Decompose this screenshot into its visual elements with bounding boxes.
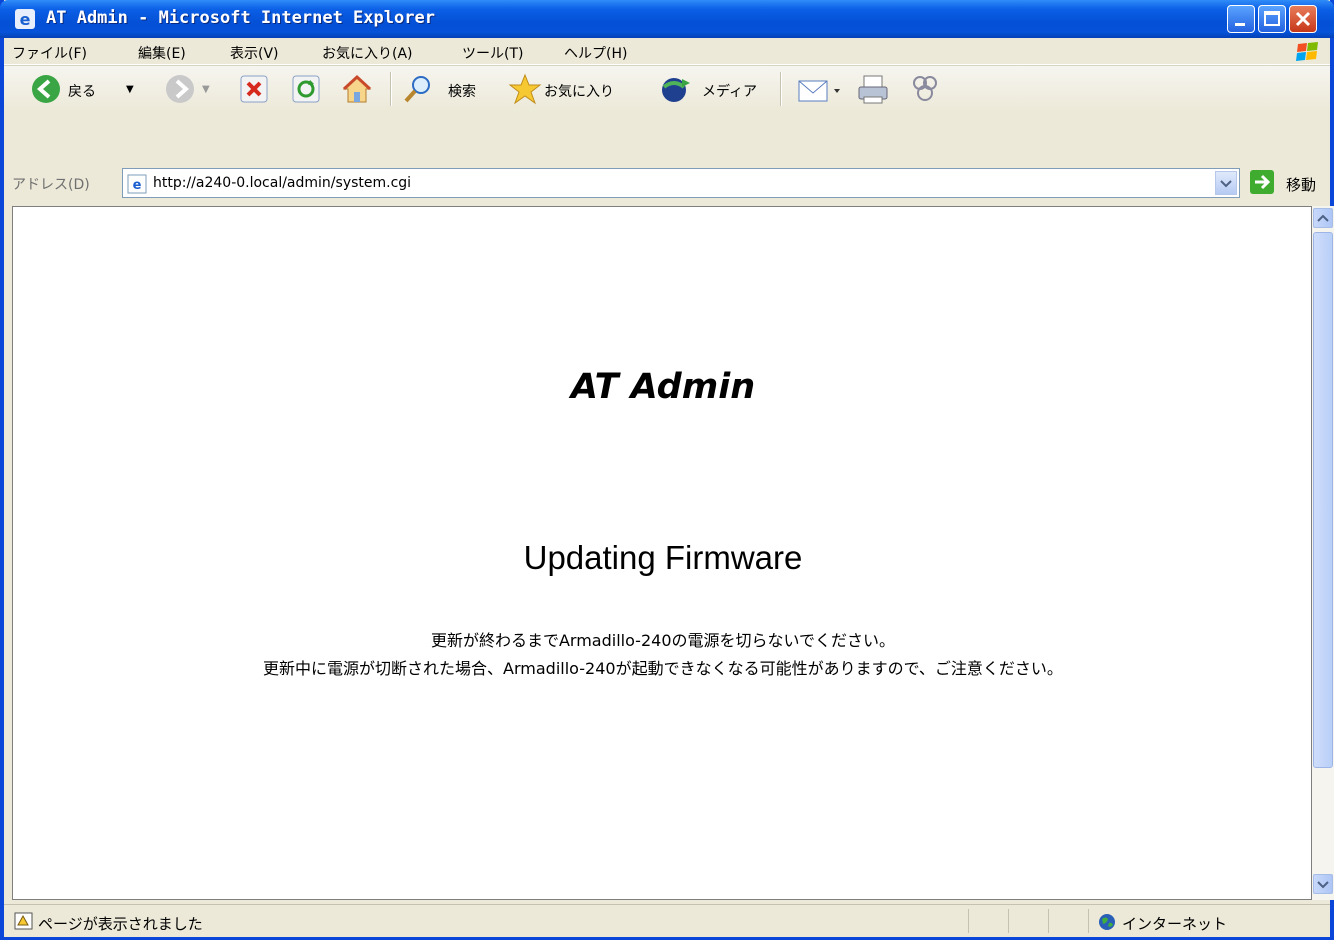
back-arrow-icon (32, 75, 60, 103)
ie-icon: e (14, 8, 36, 30)
messenger-icon (913, 76, 937, 101)
scroll-down-button[interactable] (1313, 874, 1333, 894)
favorites-label: お気に入り (544, 84, 614, 100)
print-button[interactable] (856, 73, 892, 105)
media-icon (662, 78, 690, 102)
security-zone: インターネット (1122, 915, 1228, 933)
window-title: AT Admin - Microsoft Internet Explorer (46, 8, 435, 28)
refresh-button[interactable] (290, 73, 322, 105)
title-bar[interactable]: e AT Admin - Microsoft Internet Explorer (0, 0, 1334, 38)
forward-button[interactable]: ▼ (164, 73, 214, 105)
status-divider (1008, 909, 1009, 933)
chevron-up-icon (1317, 214, 1329, 222)
mail-button[interactable] (796, 73, 844, 105)
search-label: 検索 (448, 84, 476, 100)
go-arrow-icon[interactable] (1250, 170, 1274, 194)
page-done-icon (14, 911, 34, 935)
address-label: アドレス(D) (12, 177, 90, 193)
status-divider (968, 909, 969, 933)
search-button[interactable]: 検索 (402, 73, 494, 105)
menu-file[interactable]: ファイル(F) (12, 43, 87, 63)
page-content: AT Admin Updating Firmware 更新が終わるまでArmad… (12, 206, 1312, 900)
stop-icon (240, 75, 268, 103)
go-button[interactable]: 移動 (1286, 174, 1316, 195)
back-dropdown-icon[interactable]: ▼ (126, 84, 134, 95)
scroll-thumb[interactable] (1313, 232, 1333, 768)
browser-window: e AT Admin - Microsoft Internet Explorer… (0, 0, 1334, 940)
menu-help[interactable]: ヘルプ(H) (564, 43, 627, 63)
menu-view[interactable]: 表示(V) (230, 43, 279, 63)
forward-arrow-icon (166, 75, 194, 103)
standard-toolbar: 戻る ▼ ▼ 検索 お気に入り メディア (4, 65, 1330, 112)
status-divider (1048, 909, 1049, 933)
address-dropdown-button[interactable] (1215, 171, 1237, 195)
home-button[interactable] (340, 73, 374, 105)
home-icon (342, 74, 372, 103)
vertical-scrollbar[interactable] (1312, 206, 1334, 900)
chevron-down-icon (1220, 180, 1232, 188)
minimize-button[interactable] (1227, 5, 1255, 33)
warning-message-line1: 更新が終わるまでArmadillo-240の電源を切らないでください。 (430, 631, 896, 650)
scroll-up-button[interactable] (1313, 208, 1333, 228)
status-divider (1088, 909, 1089, 933)
address-field[interactable]: e http://a240-0.local/admin/system.cgi (122, 168, 1240, 198)
address-url[interactable]: http://a240-0.local/admin/system.cgi (153, 175, 411, 191)
menu-tools[interactable]: ツール(T) (462, 43, 523, 63)
refresh-icon (292, 75, 320, 103)
address-bar: アドレス(D) e http://a240-0.local/admin/syst… (4, 166, 1330, 204)
status-bar: ページが表示されました インターネット (4, 904, 1330, 937)
toolbar-area (4, 111, 1330, 166)
maximize-button[interactable] (1258, 5, 1286, 33)
page-icon: e (127, 174, 147, 198)
windows-logo-icon (1294, 41, 1322, 63)
toolbar-separator (390, 72, 392, 106)
media-label: メディア (702, 84, 758, 100)
page-heading: Updating Firmware (523, 539, 803, 576)
warning-message-line2: 更新中に電源が切断された場合、Armadillo-240が起動できなくなる可能性… (263, 659, 1063, 678)
messenger-button[interactable] (908, 73, 944, 105)
close-button[interactable] (1289, 5, 1317, 33)
svg-text:e: e (133, 178, 142, 193)
page-brand: AT Admin (570, 367, 756, 407)
status-text: ページが表示されました (38, 915, 203, 933)
svg-text:e: e (20, 10, 31, 29)
chevron-down-icon (1317, 881, 1329, 889)
back-button[interactable]: 戻る ▼ (30, 73, 150, 105)
stop-button[interactable] (238, 73, 270, 105)
menu-edit[interactable]: 編集(E) (138, 43, 186, 63)
media-button[interactable]: メディア (660, 73, 770, 105)
star-icon (508, 73, 542, 105)
printer-icon (858, 75, 888, 104)
back-label: 戻る (68, 84, 96, 100)
globe-icon (1098, 913, 1116, 935)
search-icon (404, 76, 430, 103)
toolbar-separator (780, 72, 782, 106)
mail-icon (798, 80, 840, 102)
favorites-button[interactable]: お気に入り (508, 73, 644, 105)
menu-bar: ファイル(F) 編集(E) 表示(V) お気に入り(A) ツール(T) ヘルプ(… (4, 38, 1330, 65)
forward-dropdown-icon: ▼ (202, 84, 210, 95)
menu-favorites[interactable]: お気に入り(A) (322, 43, 413, 63)
